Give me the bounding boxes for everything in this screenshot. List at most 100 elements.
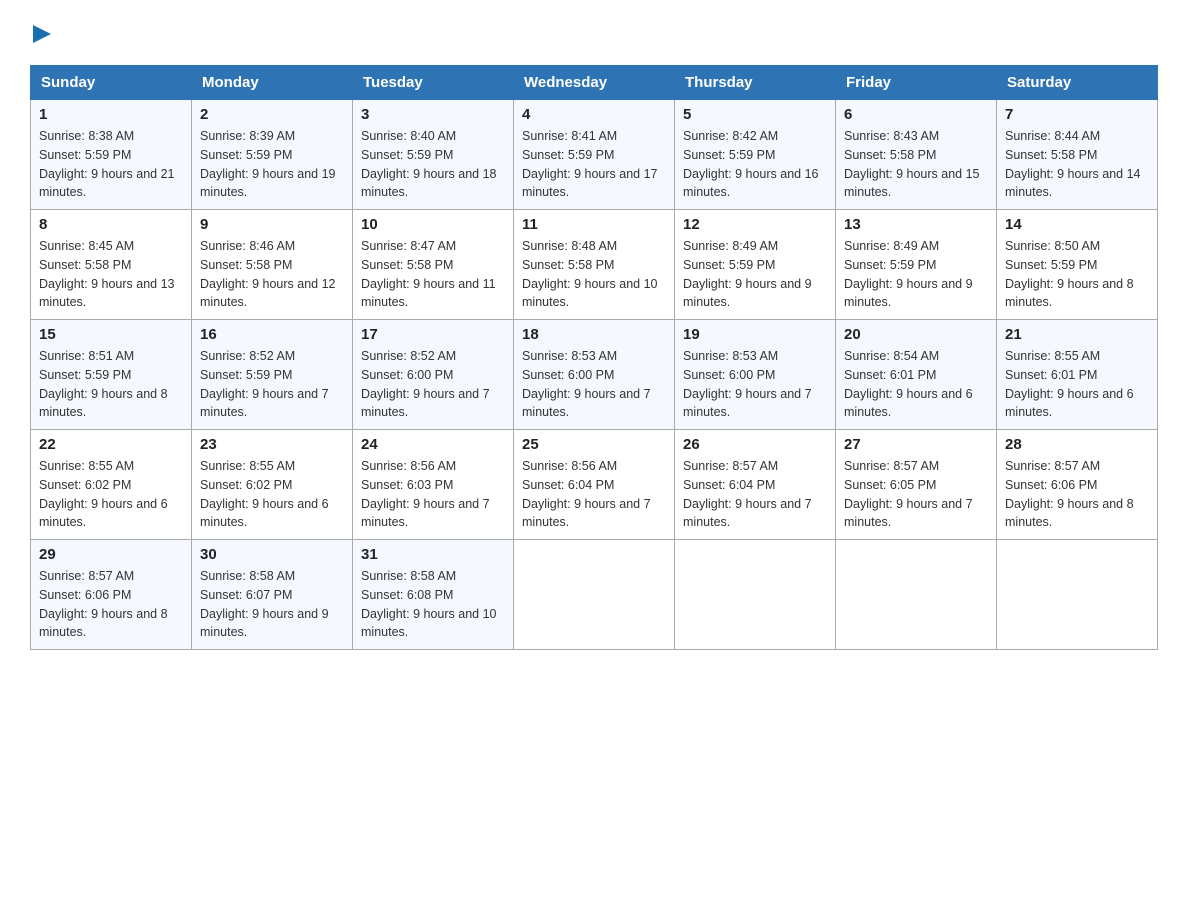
day-number: 14 (1005, 216, 1149, 233)
day-number: 23 (200, 436, 344, 453)
calendar-day-cell: 10 Sunrise: 8:47 AM Sunset: 5:58 PM Dayl… (353, 210, 514, 320)
day-number: 19 (683, 326, 827, 343)
day-info: Sunrise: 8:43 AM Sunset: 5:58 PM Dayligh… (844, 127, 988, 202)
day-info: Sunrise: 8:52 AM Sunset: 6:00 PM Dayligh… (361, 347, 505, 422)
day-number: 13 (844, 216, 988, 233)
day-number: 28 (1005, 436, 1149, 453)
calendar-day-cell: 21 Sunrise: 8:55 AM Sunset: 6:01 PM Dayl… (997, 320, 1158, 430)
day-number: 9 (200, 216, 344, 233)
calendar-day-cell: 18 Sunrise: 8:53 AM Sunset: 6:00 PM Dayl… (514, 320, 675, 430)
day-number: 5 (683, 106, 827, 123)
day-info: Sunrise: 8:55 AM Sunset: 6:02 PM Dayligh… (39, 457, 183, 532)
day-info: Sunrise: 8:40 AM Sunset: 5:59 PM Dayligh… (361, 127, 505, 202)
day-info: Sunrise: 8:49 AM Sunset: 5:59 PM Dayligh… (844, 237, 988, 312)
day-number: 26 (683, 436, 827, 453)
day-info: Sunrise: 8:58 AM Sunset: 6:08 PM Dayligh… (361, 567, 505, 642)
day-number: 21 (1005, 326, 1149, 343)
day-number: 30 (200, 546, 344, 563)
day-info: Sunrise: 8:45 AM Sunset: 5:58 PM Dayligh… (39, 237, 183, 312)
weekday-header-tuesday: Tuesday (353, 66, 514, 100)
calendar-week-row: 15 Sunrise: 8:51 AM Sunset: 5:59 PM Dayl… (31, 320, 1158, 430)
calendar-body: 1 Sunrise: 8:38 AM Sunset: 5:59 PM Dayli… (31, 100, 1158, 650)
day-info: Sunrise: 8:38 AM Sunset: 5:59 PM Dayligh… (39, 127, 183, 202)
day-number: 12 (683, 216, 827, 233)
calendar-day-cell: 19 Sunrise: 8:53 AM Sunset: 6:00 PM Dayl… (675, 320, 836, 430)
calendar-day-cell (514, 540, 675, 650)
weekday-header-sunday: Sunday (31, 66, 192, 100)
day-info: Sunrise: 8:48 AM Sunset: 5:58 PM Dayligh… (522, 237, 666, 312)
calendar-day-cell: 31 Sunrise: 8:58 AM Sunset: 6:08 PM Dayl… (353, 540, 514, 650)
day-info: Sunrise: 8:51 AM Sunset: 5:59 PM Dayligh… (39, 347, 183, 422)
day-info: Sunrise: 8:57 AM Sunset: 6:06 PM Dayligh… (1005, 457, 1149, 532)
calendar-day-cell: 5 Sunrise: 8:42 AM Sunset: 5:59 PM Dayli… (675, 100, 836, 210)
day-number: 20 (844, 326, 988, 343)
day-number: 17 (361, 326, 505, 343)
calendar-day-cell: 29 Sunrise: 8:57 AM Sunset: 6:06 PM Dayl… (31, 540, 192, 650)
day-number: 10 (361, 216, 505, 233)
day-number: 8 (39, 216, 183, 233)
logo-arrow-icon (31, 23, 53, 45)
weekday-header-wednesday: Wednesday (514, 66, 675, 100)
calendar-day-cell: 20 Sunrise: 8:54 AM Sunset: 6:01 PM Dayl… (836, 320, 997, 430)
calendar-day-cell: 11 Sunrise: 8:48 AM Sunset: 5:58 PM Dayl… (514, 210, 675, 320)
calendar-day-cell: 26 Sunrise: 8:57 AM Sunset: 6:04 PM Dayl… (675, 430, 836, 540)
day-info: Sunrise: 8:55 AM Sunset: 6:02 PM Dayligh… (200, 457, 344, 532)
calendar-day-cell: 15 Sunrise: 8:51 AM Sunset: 5:59 PM Dayl… (31, 320, 192, 430)
day-info: Sunrise: 8:57 AM Sunset: 6:04 PM Dayligh… (683, 457, 827, 532)
day-info: Sunrise: 8:58 AM Sunset: 6:07 PM Dayligh… (200, 567, 344, 642)
day-info: Sunrise: 8:39 AM Sunset: 5:59 PM Dayligh… (200, 127, 344, 202)
day-number: 7 (1005, 106, 1149, 123)
day-info: Sunrise: 8:49 AM Sunset: 5:59 PM Dayligh… (683, 237, 827, 312)
day-info: Sunrise: 8:56 AM Sunset: 6:03 PM Dayligh… (361, 457, 505, 532)
calendar-week-row: 22 Sunrise: 8:55 AM Sunset: 6:02 PM Dayl… (31, 430, 1158, 540)
day-number: 2 (200, 106, 344, 123)
day-info: Sunrise: 8:56 AM Sunset: 6:04 PM Dayligh… (522, 457, 666, 532)
calendar-day-cell: 25 Sunrise: 8:56 AM Sunset: 6:04 PM Dayl… (514, 430, 675, 540)
day-number: 29 (39, 546, 183, 563)
day-info: Sunrise: 8:46 AM Sunset: 5:58 PM Dayligh… (200, 237, 344, 312)
calendar-week-row: 1 Sunrise: 8:38 AM Sunset: 5:59 PM Dayli… (31, 100, 1158, 210)
day-number: 3 (361, 106, 505, 123)
weekday-header-saturday: Saturday (997, 66, 1158, 100)
calendar-week-row: 29 Sunrise: 8:57 AM Sunset: 6:06 PM Dayl… (31, 540, 1158, 650)
day-info: Sunrise: 8:57 AM Sunset: 6:06 PM Dayligh… (39, 567, 183, 642)
day-number: 25 (522, 436, 666, 453)
day-info: Sunrise: 8:44 AM Sunset: 5:58 PM Dayligh… (1005, 127, 1149, 202)
calendar-day-cell: 22 Sunrise: 8:55 AM Sunset: 6:02 PM Dayl… (31, 430, 192, 540)
calendar-day-cell: 8 Sunrise: 8:45 AM Sunset: 5:58 PM Dayli… (31, 210, 192, 320)
calendar-day-cell: 6 Sunrise: 8:43 AM Sunset: 5:58 PM Dayli… (836, 100, 997, 210)
calendar-day-cell (997, 540, 1158, 650)
day-info: Sunrise: 8:41 AM Sunset: 5:59 PM Dayligh… (522, 127, 666, 202)
weekday-header-thursday: Thursday (675, 66, 836, 100)
day-info: Sunrise: 8:53 AM Sunset: 6:00 PM Dayligh… (683, 347, 827, 422)
calendar-week-row: 8 Sunrise: 8:45 AM Sunset: 5:58 PM Dayli… (31, 210, 1158, 320)
calendar-day-cell: 1 Sunrise: 8:38 AM Sunset: 5:59 PM Dayli… (31, 100, 192, 210)
calendar-day-cell: 12 Sunrise: 8:49 AM Sunset: 5:59 PM Dayl… (675, 210, 836, 320)
day-number: 24 (361, 436, 505, 453)
day-info: Sunrise: 8:53 AM Sunset: 6:00 PM Dayligh… (522, 347, 666, 422)
day-info: Sunrise: 8:42 AM Sunset: 5:59 PM Dayligh… (683, 127, 827, 202)
day-number: 27 (844, 436, 988, 453)
day-info: Sunrise: 8:47 AM Sunset: 5:58 PM Dayligh… (361, 237, 505, 312)
calendar-day-cell: 2 Sunrise: 8:39 AM Sunset: 5:59 PM Dayli… (192, 100, 353, 210)
day-number: 22 (39, 436, 183, 453)
calendar-table: SundayMondayTuesdayWednesdayThursdayFrid… (30, 65, 1158, 650)
calendar-day-cell: 9 Sunrise: 8:46 AM Sunset: 5:58 PM Dayli… (192, 210, 353, 320)
calendar-day-cell: 4 Sunrise: 8:41 AM Sunset: 5:59 PM Dayli… (514, 100, 675, 210)
day-number: 11 (522, 216, 666, 233)
calendar-day-cell: 7 Sunrise: 8:44 AM Sunset: 5:58 PM Dayli… (997, 100, 1158, 210)
day-info: Sunrise: 8:52 AM Sunset: 5:59 PM Dayligh… (200, 347, 344, 422)
day-number: 4 (522, 106, 666, 123)
day-info: Sunrise: 8:57 AM Sunset: 6:05 PM Dayligh… (844, 457, 988, 532)
calendar-day-cell: 27 Sunrise: 8:57 AM Sunset: 6:05 PM Dayl… (836, 430, 997, 540)
day-info: Sunrise: 8:55 AM Sunset: 6:01 PM Dayligh… (1005, 347, 1149, 422)
weekday-header-row: SundayMondayTuesdayWednesdayThursdayFrid… (31, 66, 1158, 100)
weekday-header-friday: Friday (836, 66, 997, 100)
day-info: Sunrise: 8:54 AM Sunset: 6:01 PM Dayligh… (844, 347, 988, 422)
calendar-day-cell: 14 Sunrise: 8:50 AM Sunset: 5:59 PM Dayl… (997, 210, 1158, 320)
day-number: 16 (200, 326, 344, 343)
calendar-day-cell (836, 540, 997, 650)
calendar-day-cell: 17 Sunrise: 8:52 AM Sunset: 6:00 PM Dayl… (353, 320, 514, 430)
calendar-day-cell: 16 Sunrise: 8:52 AM Sunset: 5:59 PM Dayl… (192, 320, 353, 430)
day-number: 1 (39, 106, 183, 123)
